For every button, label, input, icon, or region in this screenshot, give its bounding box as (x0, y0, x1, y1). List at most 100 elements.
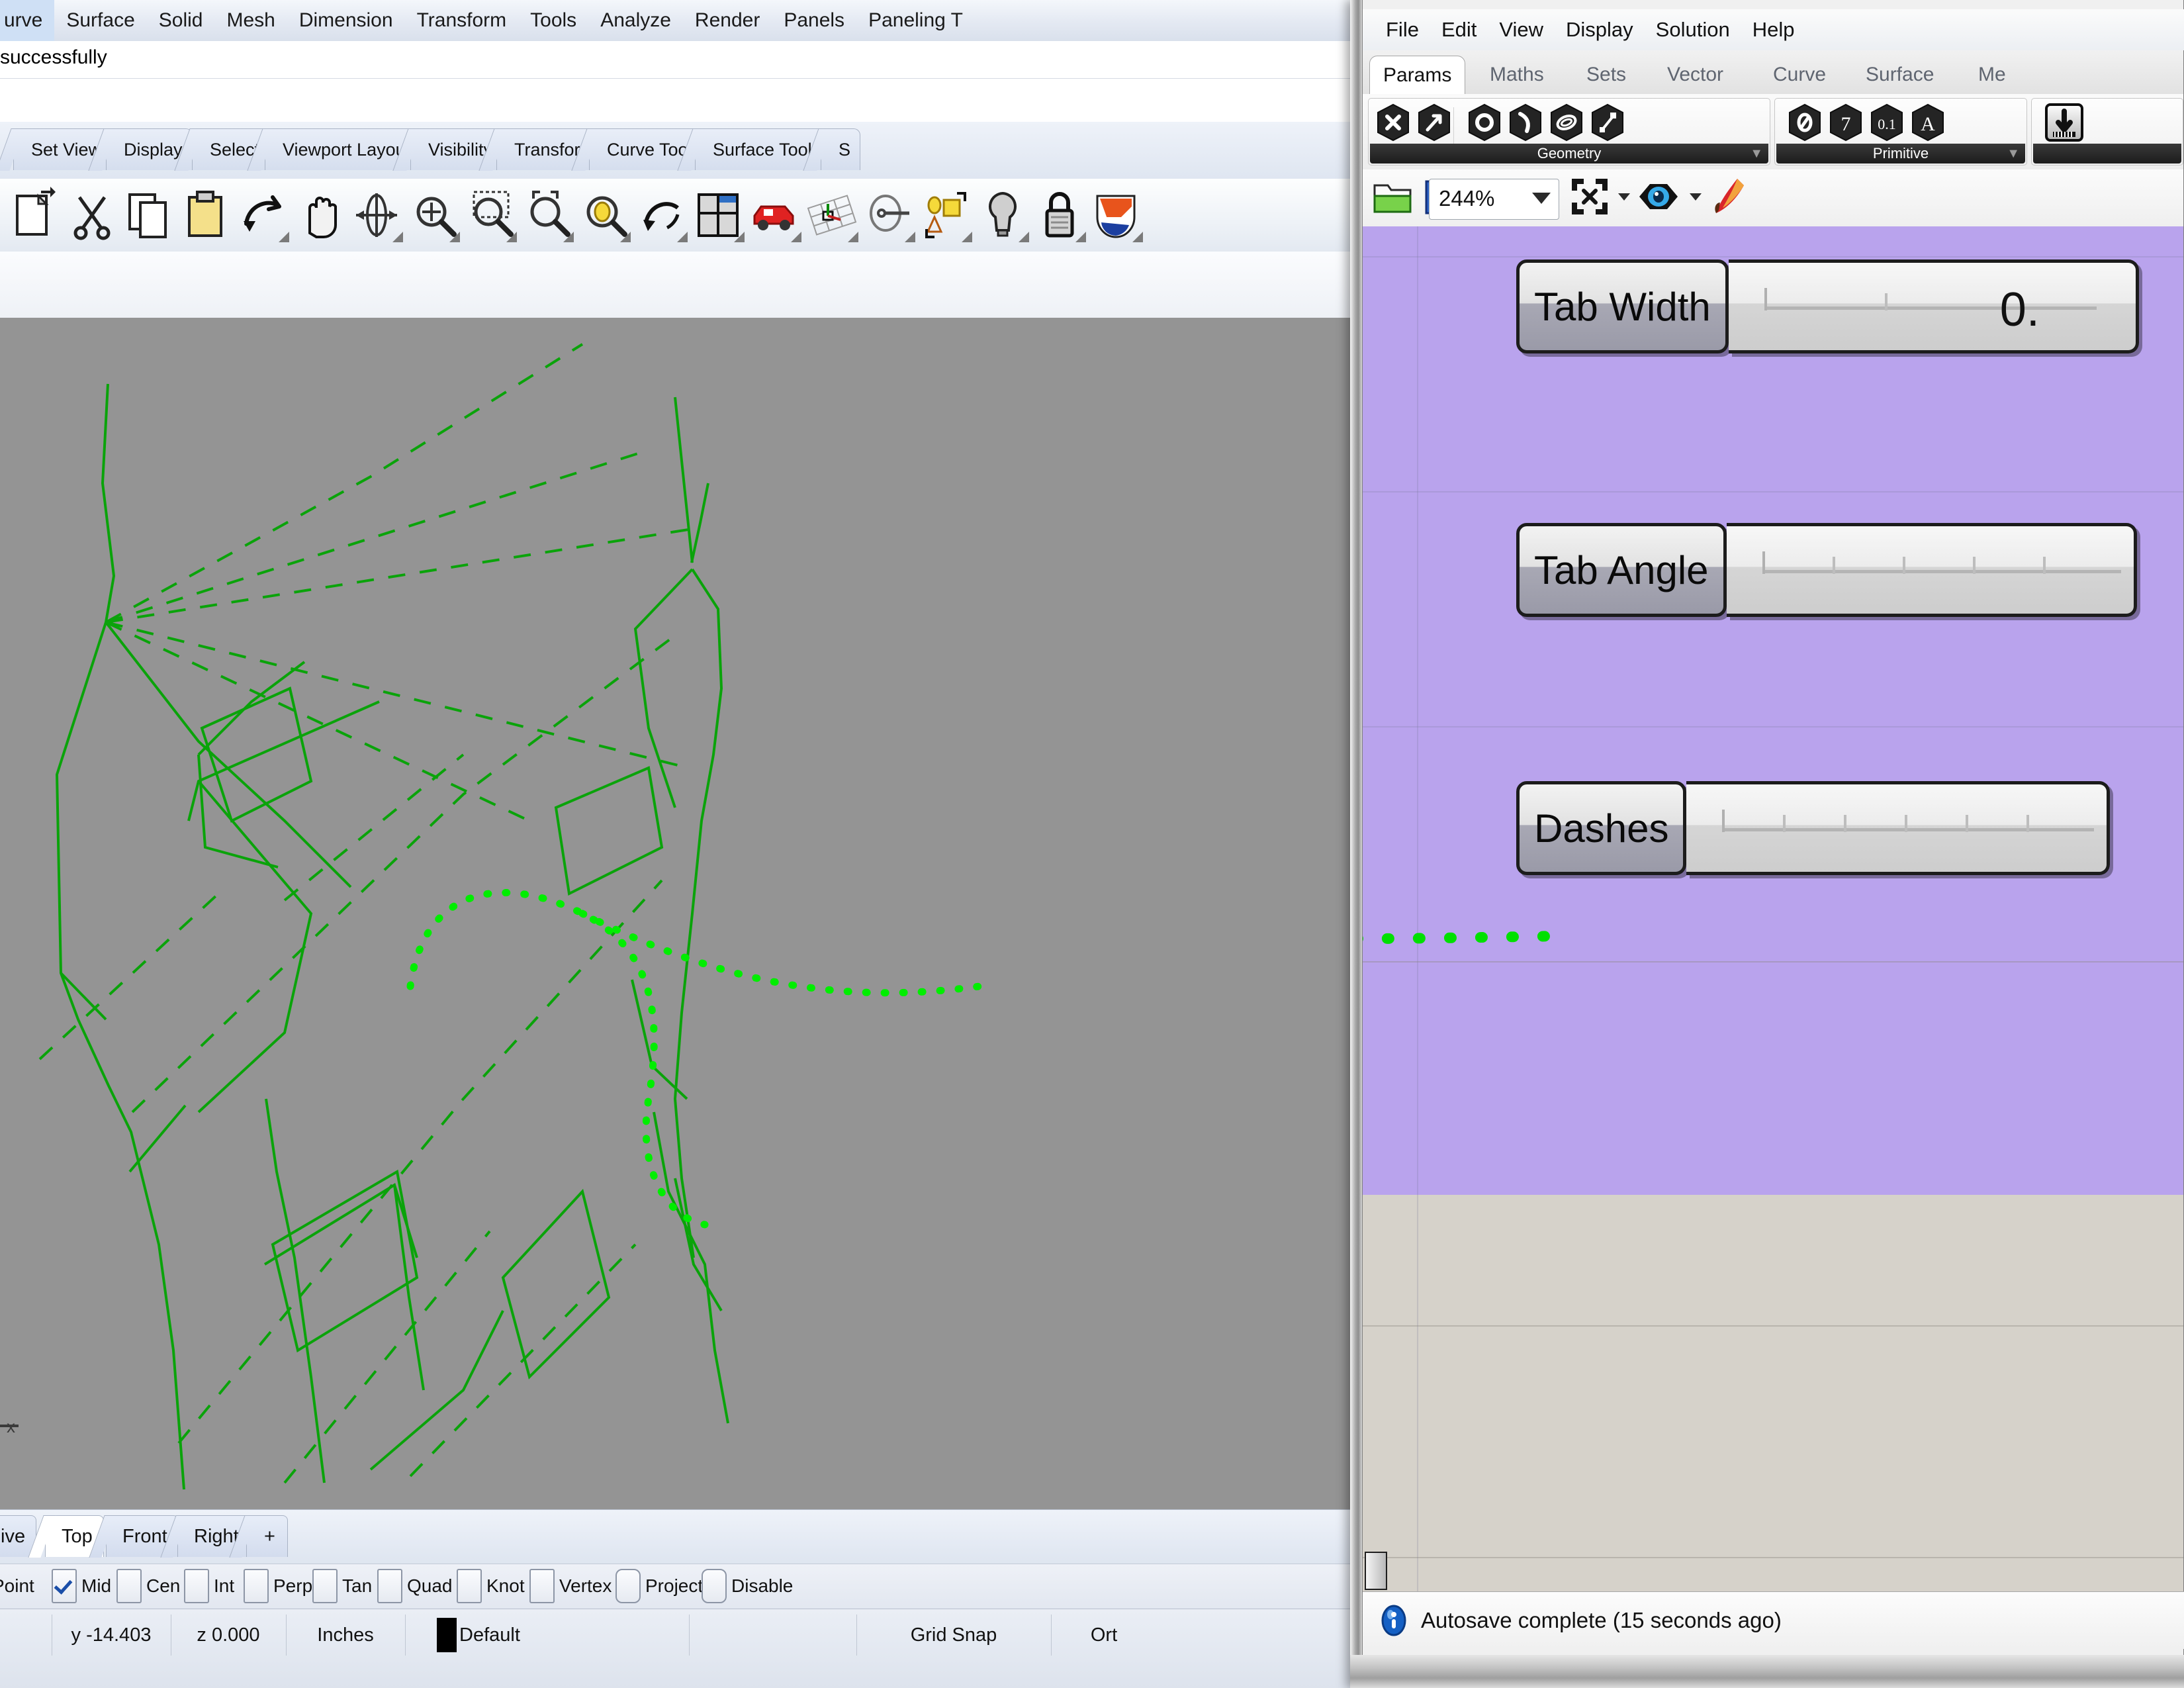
status-cell-ortho[interactable]: Ort (1051, 1615, 1157, 1656)
gh-menu-solution[interactable]: Solution (1645, 9, 1741, 50)
viewport-layout-icon[interactable] (690, 187, 747, 244)
osnap-project-checkbox[interactable] (615, 1569, 641, 1603)
component-dashes[interactable]: Dashes (1516, 781, 2111, 875)
zoom-window-icon[interactable] (462, 187, 519, 244)
component-tab-width-slider[interactable]: 0. (1728, 259, 2139, 353)
param-seven-icon[interactable]: 7 (1828, 103, 1864, 142)
gh-menu-display[interactable]: Display (1555, 9, 1645, 50)
osnap-cen[interactable]: Cen (116, 1569, 180, 1603)
toolbar-tab-solid-tools[interactable]: S (821, 128, 861, 170)
gh-tab-maths[interactable]: Maths (1477, 56, 1557, 94)
component-tab-width-name[interactable]: Tab Width (1516, 259, 1729, 353)
gh-menu-view[interactable]: View (1488, 9, 1555, 50)
rhino-menu-paneling-tools[interactable]: Paneling T (856, 0, 975, 41)
osnap-quad[interactable]: Quad (377, 1569, 453, 1603)
gh-tab-mesh[interactable]: Me (1965, 56, 2019, 94)
open-folder-icon[interactable] (1371, 176, 1414, 222)
param-import-icon[interactable] (2044, 102, 2085, 143)
osnap-quad-checkbox[interactable] (377, 1569, 402, 1603)
osnap-perp-checkbox[interactable] (244, 1569, 269, 1603)
component-tab-angle-slider[interactable] (1726, 523, 2137, 617)
object-properties-icon[interactable] (917, 187, 974, 244)
gh-menu-help[interactable]: Help (1741, 9, 1806, 50)
zoom-extents-chevron-icon[interactable] (1618, 193, 1630, 201)
param-slash-icon[interactable] (1787, 103, 1823, 142)
gh-tab-curve[interactable]: Curve (1760, 56, 1839, 94)
copy-icon[interactable] (120, 187, 177, 244)
gh-tab-vector[interactable]: Vector (1654, 56, 1737, 94)
component-tab-angle[interactable]: Tab Angle (1516, 523, 2137, 617)
osnap-disable-checkbox[interactable] (702, 1569, 727, 1603)
rhino-menu-render[interactable]: Render (683, 0, 772, 41)
eye-preview-icon[interactable] (1635, 176, 1682, 220)
param-line-icon[interactable] (1590, 103, 1625, 142)
undo-arrow-icon[interactable] (234, 187, 291, 244)
undo-view-icon[interactable] (633, 187, 690, 244)
paste-icon[interactable] (177, 187, 234, 244)
zoom-extents-icon[interactable] (519, 187, 576, 244)
component-dashes-slider[interactable] (1686, 781, 2111, 875)
zoom-extents-icon[interactable] (1569, 176, 1610, 220)
shield-icon[interactable] (1088, 187, 1145, 244)
param-circle-icon[interactable] (1467, 103, 1502, 142)
osnap-tan[interactable]: Tan (312, 1569, 372, 1603)
osnap-project[interactable]: Project (615, 1569, 703, 1603)
param-number-icon[interactable]: 0.1 (1869, 103, 1905, 142)
osnap-mid-checkbox[interactable] (52, 1569, 77, 1603)
canvas-scrollbar-nub[interactable] (1365, 1552, 1387, 1590)
param-cross-icon[interactable] (1375, 103, 1411, 142)
chevron-down-icon[interactable]: ▼ (2007, 144, 2020, 164)
viewport-tab-add[interactable]: + (246, 1515, 288, 1557)
lock-icon[interactable] (1031, 187, 1088, 244)
chevron-down-icon[interactable] (1532, 193, 1551, 204)
grasshopper-canvas[interactable]: Tab Width 0. Tab Angle Dashes (1363, 226, 2183, 1591)
param-curve-icon[interactable] (1508, 103, 1543, 142)
osnap-int[interactable]: Int (184, 1569, 234, 1603)
rhino-menu-dimension[interactable]: Dimension (287, 0, 405, 41)
osnap-perp[interactable]: Perp (244, 1569, 312, 1603)
gh-tab-surface[interactable]: Surface (1852, 56, 1947, 94)
component-dashes-name[interactable]: Dashes (1516, 781, 1687, 875)
osnap-knot-checkbox[interactable] (457, 1569, 482, 1603)
param-letter-a-icon[interactable]: A (1910, 103, 1946, 142)
rotate-view-icon[interactable] (348, 187, 405, 244)
chevron-down-icon[interactable]: ▼ (1750, 144, 1763, 164)
param-arrow-icon[interactable] (1416, 103, 1452, 142)
osnap-tan-checkbox[interactable] (312, 1569, 338, 1603)
ribbon-group-primitive-caption[interactable]: Primitive ▼ (1776, 144, 2025, 164)
osnap-vertex-checkbox[interactable] (529, 1569, 555, 1603)
component-tab-width[interactable]: Tab Width 0. (1516, 259, 2139, 353)
gh-menu-edit[interactable]: Edit (1430, 9, 1488, 50)
zoom-target-icon[interactable] (405, 187, 462, 244)
osnap-cen-checkbox[interactable] (116, 1569, 142, 1603)
param-surface-icon[interactable] (1549, 103, 1584, 142)
rhino-menu-tools[interactable]: Tools (518, 0, 588, 41)
osnap-mid[interactable]: Mid (52, 1569, 111, 1603)
rhino-command-area[interactable]: successfully (0, 41, 1363, 122)
osnap-int-checkbox[interactable] (184, 1569, 209, 1603)
zoom-selected-icon[interactable] (576, 187, 633, 244)
gh-tab-sets[interactable]: Sets (1573, 56, 1639, 94)
ribbon-group-geometry-caption[interactable]: Geometry ▼ (1370, 144, 1768, 164)
paintbrush-icon[interactable] (1708, 176, 1752, 222)
camera-icon[interactable] (860, 187, 917, 244)
zoom-level-combobox[interactable]: 244% (1429, 179, 1559, 220)
osnap-point[interactable]: Point (0, 1570, 34, 1603)
osnap-disable[interactable]: Disable (702, 1569, 793, 1603)
cplane-grid-icon[interactable] (803, 187, 860, 244)
rhino-menu-surface[interactable]: Surface (54, 0, 146, 41)
osnap-knot[interactable]: Knot (457, 1569, 525, 1603)
render-car-icon[interactable] (747, 187, 803, 244)
rhino-top-viewport[interactable] (0, 318, 1363, 1509)
rhino-menu-analyze[interactable]: Analyze (588, 0, 683, 41)
rhino-menu-transform[interactable]: Transform (405, 0, 519, 41)
pan-hand-icon[interactable] (291, 187, 348, 244)
rhino-menu-curve[interactable]: urve (0, 0, 55, 41)
ribbon-group-input-caption[interactable] (2033, 144, 2181, 164)
rhino-menu-mesh[interactable]: Mesh (214, 0, 287, 41)
status-cell-grid-snap[interactable]: Grid Snap (856, 1615, 1052, 1656)
light-bulb-icon[interactable] (974, 187, 1031, 244)
rhino-menu-solid[interactable]: Solid (147, 0, 215, 41)
status-cell-units[interactable]: Inches (286, 1615, 406, 1656)
osnap-vertex[interactable]: Vertex (529, 1569, 612, 1603)
